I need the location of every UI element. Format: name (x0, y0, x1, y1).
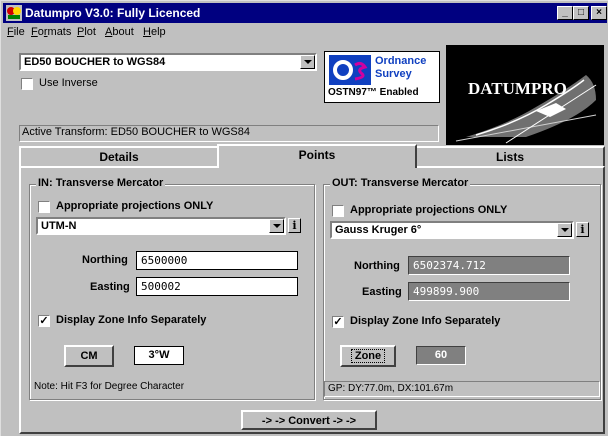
output-group: OUT: Transverse Mercator Appropriate pro… (323, 177, 601, 400)
close-button[interactable]: × (591, 6, 607, 20)
points-panel: IN: Transverse Mercator Appropriate proj… (19, 166, 605, 434)
tab-points-label: Points (298, 148, 336, 162)
convert-button[interactable]: -> -> Convert -> -> (241, 410, 377, 430)
transform-select[interactable]: ED50 BOUCHER to WGS84 (19, 53, 317, 71)
zone-button[interactable]: Zone (340, 345, 396, 367)
cm-value-field[interactable]: 3°W (134, 346, 184, 365)
tab-details[interactable]: Details (19, 146, 219, 166)
output-zone-separate-checkbox[interactable]: ✓ (332, 316, 344, 328)
input-northing-label: Northing (82, 254, 128, 266)
output-northing-field: 6502374.712 (408, 256, 570, 275)
use-inverse-checkbox[interactable] (21, 78, 33, 90)
output-easting-field: 499899.900 (408, 282, 570, 301)
tab-lists-label: Lists (495, 150, 524, 164)
input-group: IN: Transverse Mercator Appropriate proj… (29, 177, 315, 400)
title-bar[interactable]: Datumpro V3.0: Fully Licenced _ □ × (3, 3, 607, 23)
input-easting-field[interactable]: 500002 (136, 277, 298, 296)
output-appropriate-checkbox[interactable] (332, 205, 344, 217)
input-zone-separate-label: Display Zone Info Separately (56, 314, 207, 326)
use-inverse-label: Use Inverse (39, 77, 98, 89)
maximize-button[interactable]: □ (573, 6, 589, 20)
zone-button-label: Zone (350, 349, 386, 363)
os-logo-line1: Ordnance (375, 55, 427, 67)
ostn97-badge: OSTN97™ Enabled (328, 87, 419, 98)
ordnance-survey-mark-icon (329, 55, 371, 85)
menu-file[interactable]: File (7, 26, 25, 38)
menu-formats[interactable]: Formats (31, 26, 71, 38)
chevron-down-icon[interactable] (300, 55, 315, 69)
output-info-button[interactable]: i (576, 222, 589, 237)
output-projection-select[interactable]: Gauss Kruger 6° (330, 221, 574, 239)
active-transform-status: Active Transform: ED50 BOUCHER to WGS84 (19, 125, 439, 142)
degree-note: Note: Hit F3 for Degree Character (34, 381, 185, 392)
cm-button[interactable]: CM (64, 345, 114, 367)
window-title: Datumpro V3.0: Fully Licenced (25, 6, 201, 20)
zone-value-field: 60 (416, 346, 466, 365)
output-group-title: OUT: Transverse Mercator (330, 177, 471, 189)
output-appropriate-label: Appropriate projections ONLY (350, 204, 508, 216)
menu-about[interactable]: About (105, 26, 134, 38)
input-info-button[interactable]: i (288, 218, 301, 233)
input-projection-select[interactable]: UTM-N (36, 217, 286, 235)
input-projection-value: UTM-N (41, 220, 77, 232)
tab-lists[interactable]: Lists (415, 146, 605, 166)
output-easting-label: Easting (362, 286, 402, 298)
output-northing-label: Northing (354, 260, 400, 272)
menu-bar: File Formats Plot About Help (3, 24, 607, 42)
chevron-down-icon[interactable] (557, 223, 572, 237)
datumpro-logo-text: DATUMPRO (468, 79, 567, 98)
app-icon (6, 5, 22, 21)
menu-plot[interactable]: Plot (77, 26, 96, 38)
input-appropriate-label: Appropriate projections ONLY (56, 200, 214, 212)
main-window: Datumpro V3.0: Fully Licenced _ □ × File… (0, 0, 608, 436)
transform-select-value: ED50 BOUCHER to WGS84 (24, 56, 166, 68)
input-northing-field[interactable]: 6500000 (136, 251, 298, 270)
input-zone-separate-checkbox[interactable]: ✓ (38, 315, 50, 327)
input-easting-label: Easting (90, 281, 130, 293)
input-group-title: IN: Transverse Mercator (36, 177, 166, 189)
menu-help[interactable]: Help (143, 26, 166, 38)
ordnance-survey-logo: Ordnance Survey OSTN97™ Enabled (324, 51, 440, 103)
os-logo-line2: Survey (375, 68, 412, 80)
chevron-down-icon[interactable] (269, 219, 284, 233)
tab-points[interactable]: Points (217, 144, 417, 168)
tab-details-label: Details (99, 150, 139, 164)
input-appropriate-checkbox[interactable] (38, 201, 50, 213)
output-zone-separate-label: Display Zone Info Separately (350, 315, 501, 327)
output-status-line: GP: DY:77.0m, DX:101.67m (324, 381, 600, 397)
output-projection-value: Gauss Kruger 6° (335, 224, 422, 236)
datumpro-logo: DATUMPRO (446, 45, 604, 145)
minimize-button[interactable]: _ (557, 6, 573, 20)
